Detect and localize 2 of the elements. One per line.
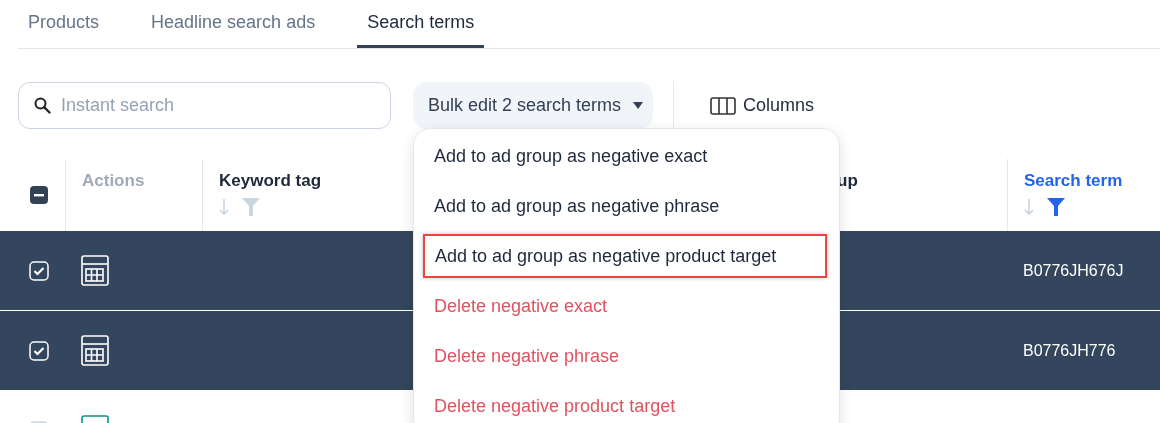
table-cell: B0776JH776 [1023, 341, 1116, 360]
table-cell: B0776JH676J [1023, 261, 1124, 280]
